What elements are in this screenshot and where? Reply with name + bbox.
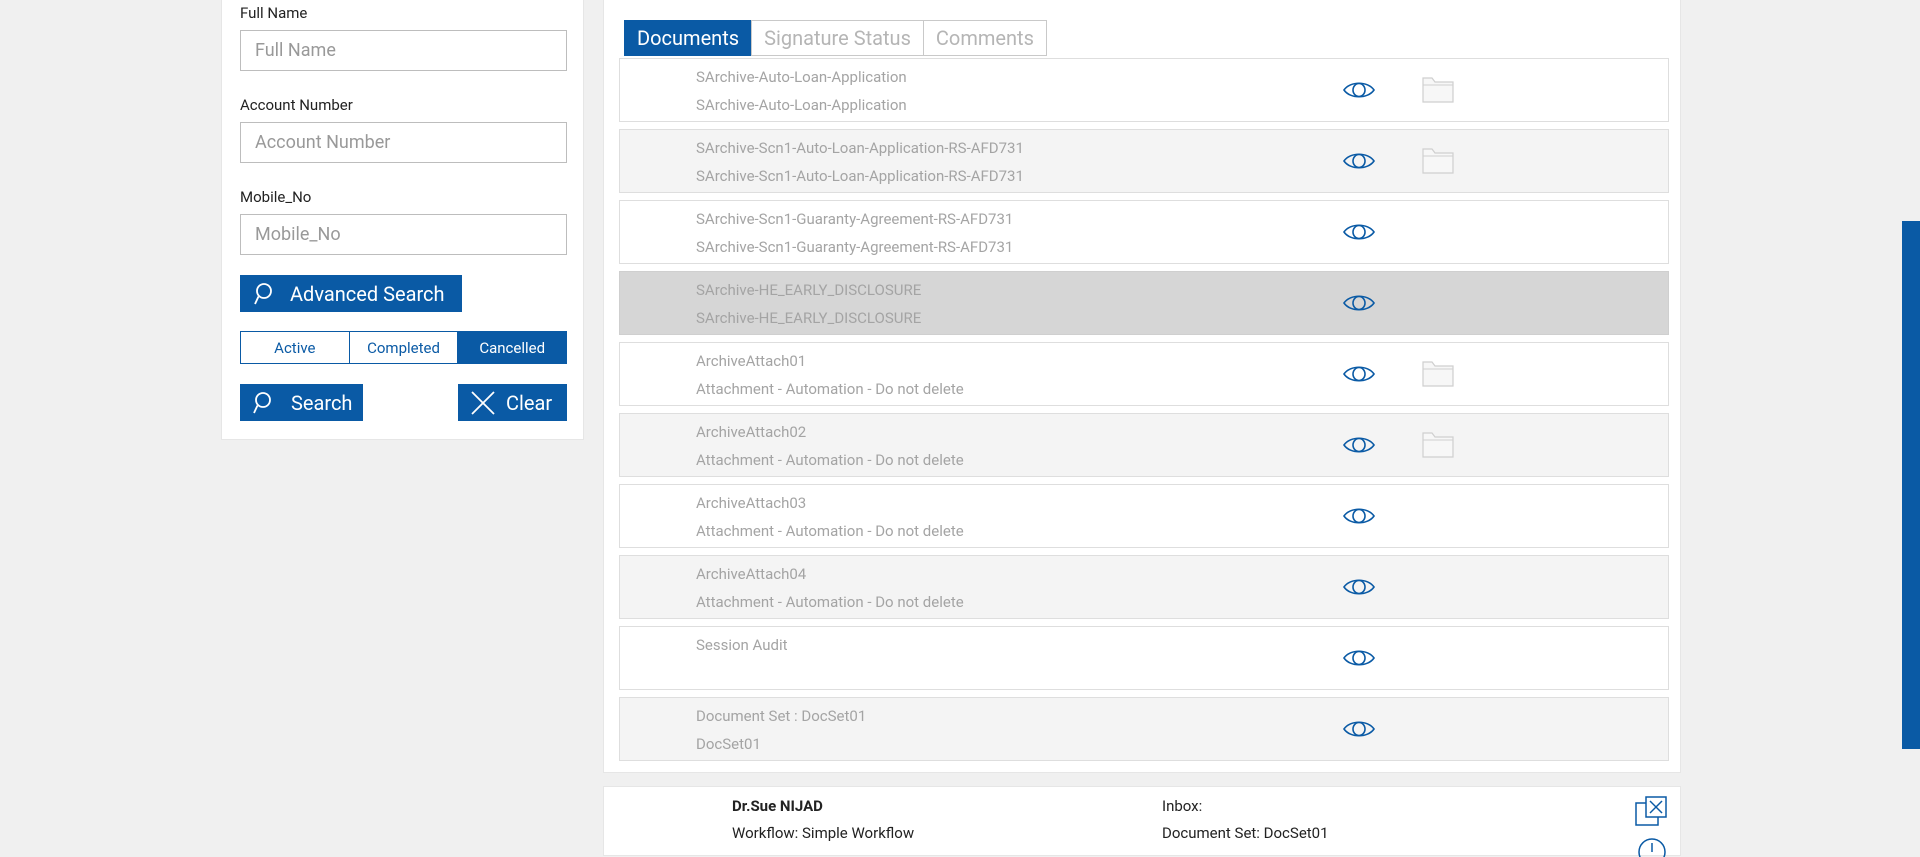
search-icon [254, 282, 272, 304]
account-number-input[interactable]: Account Number [240, 122, 567, 163]
mobile-no-input[interactable]: Mobile_No [240, 214, 567, 255]
folder-icon[interactable] [1422, 359, 1454, 387]
document-row[interactable]: SArchive-Scn1-Auto-Loan-Application-RS-A… [619, 129, 1669, 193]
document-title: ArchiveAttach04 [696, 565, 807, 583]
documents-panel: Documents Signature Status Comments SArc… [603, 0, 1681, 773]
search-label: Search [291, 390, 353, 415]
folder-icon[interactable] [1422, 146, 1454, 174]
eye-icon[interactable] [1342, 150, 1376, 172]
tab-comments[interactable]: Comments [922, 20, 1047, 56]
document-list: SArchive-Auto-Loan-Application SArchive-A… [619, 58, 1669, 768]
workflow-name: Workflow: Simple Workflow [732, 824, 915, 842]
search-icon [253, 391, 271, 413]
tab-bar: Documents Signature Status Comments [624, 20, 1047, 56]
search-button[interactable]: Search [240, 384, 363, 421]
close-icon [471, 390, 495, 415]
document-row[interactable]: Session Audit [619, 626, 1669, 690]
status-cancelled[interactable]: Cancelled [458, 332, 567, 363]
document-title: SArchive-Auto-Loan-Application [696, 68, 907, 86]
advanced-search-label: Advanced Search [290, 281, 445, 306]
document-title: SArchive-HE_EARLY_DISCLOSURE [696, 281, 922, 299]
document-row[interactable]: ArchiveAttach01 Attachment - Automation -… [619, 342, 1669, 406]
close-window-icon[interactable] [1634, 796, 1668, 828]
eye-icon[interactable] [1342, 434, 1376, 456]
folder-icon[interactable] [1422, 75, 1454, 103]
clock-icon[interactable] [1637, 837, 1667, 857]
full-name-label: Full Name [240, 4, 308, 22]
document-subtitle: SArchive-Auto-Loan-Application [696, 96, 907, 114]
folder-icon[interactable] [1422, 430, 1454, 458]
status-completed[interactable]: Completed [349, 332, 459, 363]
document-row[interactable]: SArchive-Auto-Loan-Application SArchive-A… [619, 58, 1669, 122]
eye-icon[interactable] [1342, 363, 1376, 385]
owner-name: Dr.Sue NIJAD [732, 797, 823, 815]
document-title: Document Set : DocSet01 [696, 707, 867, 725]
eye-icon[interactable] [1342, 292, 1376, 314]
clear-label: Clear [506, 390, 553, 415]
document-row[interactable]: SArchive-Scn1-Guaranty-Agreement-RS-AFD7… [619, 200, 1669, 264]
inbox-label: Inbox: [1162, 797, 1203, 815]
eye-icon[interactable] [1342, 576, 1376, 598]
mobile-no-label: Mobile_No [240, 188, 312, 206]
document-subtitle: Attachment - Automation - Do not delete [696, 380, 964, 398]
status-active[interactable]: Active [241, 332, 350, 363]
document-subtitle: DocSet01 [696, 735, 761, 753]
eye-icon[interactable] [1342, 647, 1376, 669]
status-toggle: Active Completed Cancelled [240, 331, 567, 364]
document-set-label: Document Set: DocSet01 [1162, 824, 1329, 842]
workflow-info-panel: Dr.Sue NIJAD Workflow: Simple Workflow I… [603, 786, 1681, 857]
document-subtitle: SArchive-HE_EARLY_DISCLOSURE [696, 309, 922, 327]
document-row[interactable]: ArchiveAttach02 Attachment - Automation -… [619, 413, 1669, 477]
advanced-search-button[interactable]: Advanced Search [240, 275, 462, 312]
account-number-label: Account Number [240, 96, 353, 114]
document-title: ArchiveAttach03 [696, 494, 807, 512]
document-subtitle: Attachment - Automation - Do not delete [696, 451, 964, 469]
eye-icon[interactable] [1342, 221, 1376, 243]
document-title: SArchive-Scn1-Guaranty-Agreement-RS-AFD7… [696, 210, 1014, 228]
full-name-input[interactable]: Full Name [240, 30, 567, 71]
document-subtitle: SArchive-Scn1-Guaranty-Agreement-RS-AFD7… [696, 238, 1014, 256]
document-subtitle: Attachment - Automation - Do not delete [696, 522, 964, 540]
document-row[interactable]: Document Set : DocSet01 DocSet01 [619, 697, 1669, 761]
eye-icon[interactable] [1342, 718, 1376, 740]
document-row[interactable]: ArchiveAttach04 Attachment - Automation -… [619, 555, 1669, 619]
scrollbar-thumb[interactable] [1902, 221, 1920, 749]
eye-icon[interactable] [1342, 505, 1376, 527]
search-panel: Full Name Full Name Account Number Accou… [221, 0, 584, 440]
document-title: ArchiveAttach02 [696, 423, 807, 441]
document-title: Session Audit [696, 636, 788, 654]
tab-signature-status[interactable]: Signature Status [751, 20, 924, 56]
document-title: SArchive-Scn1-Auto-Loan-Application-RS-A… [696, 139, 1024, 157]
document-subtitle: SArchive-Scn1-Auto-Loan-Application-RS-A… [696, 167, 1024, 185]
document-row[interactable]: SArchive-HE_EARLY_DISCLOSURE SArchive-HE_… [619, 271, 1669, 335]
document-row[interactable]: ArchiveAttach03 Attachment - Automation -… [619, 484, 1669, 548]
clear-button[interactable]: Clear [458, 384, 567, 421]
document-subtitle: Attachment - Automation - Do not delete [696, 593, 964, 611]
eye-icon[interactable] [1342, 79, 1376, 101]
document-title: ArchiveAttach01 [696, 352, 807, 370]
tab-documents[interactable]: Documents [624, 20, 753, 56]
